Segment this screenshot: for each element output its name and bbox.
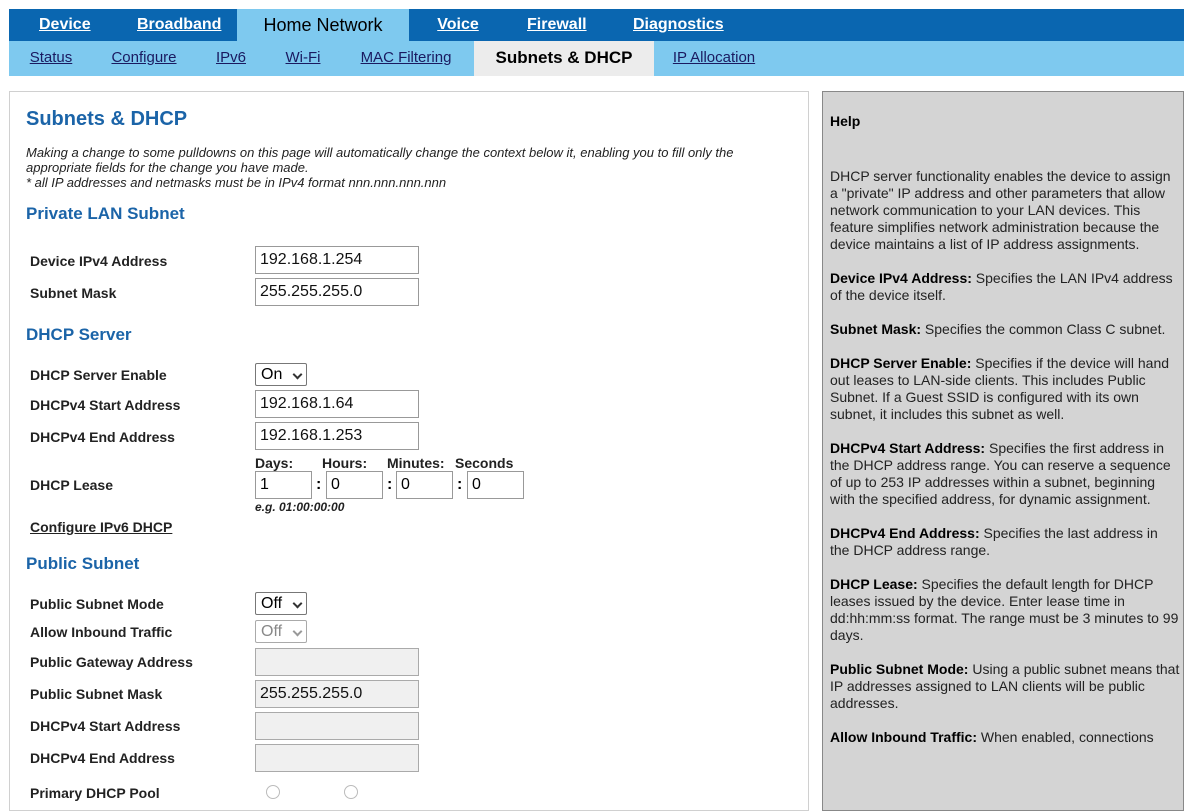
tab-diagnostics[interactable]: Diagnostics xyxy=(633,9,724,41)
help-item: DHCP Lease: Specifies the default length… xyxy=(830,576,1179,643)
tab-firewall[interactable]: Firewall xyxy=(527,9,587,41)
sub-nav: Status Configure IPv6 Wi-Fi MAC Filterin… xyxy=(9,41,1184,76)
subtab-ipv6[interactable]: IPv6 xyxy=(215,41,247,76)
help-intro: DHCP server functionality enables the de… xyxy=(830,168,1171,252)
help-item: Allow Inbound Traffic: When enabled, con… xyxy=(830,729,1154,745)
page-title: Subnets & DHCP xyxy=(26,108,188,130)
dhcp-enable-label: DHCP Server Enable xyxy=(30,367,167,383)
subtab-wifi[interactable]: Wi-Fi xyxy=(285,41,321,76)
subnet-mask-input[interactable]: 255.255.255.0 xyxy=(255,278,419,306)
help-item: DHCP Server Enable: Specifies if the dev… xyxy=(830,355,1170,422)
configure-ipv6-dhcp-link[interactable]: Configure IPv6 DHCP xyxy=(30,519,172,535)
tab-device[interactable]: Device xyxy=(39,9,91,41)
main-panel: Subnets & DHCP Making a change to some p… xyxy=(9,91,809,811)
lease-minutes-input[interactable]: 0 xyxy=(396,471,453,499)
public-mode-select[interactable]: Off xyxy=(255,592,307,615)
chevron-down-icon xyxy=(292,369,303,380)
lease-colon-1: : xyxy=(316,476,322,493)
device-ipv4-label: Device IPv4 Address xyxy=(30,253,168,269)
lease-seconds-input[interactable]: 0 xyxy=(467,471,524,499)
inbound-traffic-label: Allow Inbound Traffic xyxy=(30,624,173,640)
dhcp-enable-select[interactable]: On xyxy=(255,363,307,386)
help-panel: Help DHCP server functionality enables t… xyxy=(822,91,1184,811)
dhcp-lease-label: DHCP Lease xyxy=(30,477,114,493)
help-item: Subnet Mask: Specifies the common Class … xyxy=(830,321,1166,337)
lease-seconds-label: Seconds xyxy=(455,455,514,471)
tab-broadband[interactable]: Broadband xyxy=(137,9,221,41)
help-title: Help xyxy=(830,113,861,129)
public-start-input xyxy=(255,712,419,740)
subtab-mac-filtering[interactable]: MAC Filtering xyxy=(359,41,453,76)
lease-hours-input[interactable]: 0 xyxy=(326,471,383,499)
help-item: Public Subnet Mode: Using a public subne… xyxy=(830,661,1180,711)
lease-minutes-label: Minutes: xyxy=(387,455,445,471)
public-mask-label: Public Subnet Mask xyxy=(30,686,163,702)
tab-home-network[interactable]: Home Network xyxy=(237,9,409,41)
subnet-mask-label: Subnet Mask xyxy=(30,285,117,301)
subtab-status[interactable]: Status xyxy=(29,41,73,76)
inbound-traffic-value: Off xyxy=(261,623,283,640)
lease-example: e.g. 01:00:00:00 xyxy=(255,500,345,514)
help-item: DHCPv4 Start Address: Specifies the firs… xyxy=(830,440,1171,507)
dhcp-start-input[interactable]: 192.168.1.64 xyxy=(255,390,419,418)
dhcp-end-input[interactable]: 192.168.1.253 xyxy=(255,422,419,450)
lease-colon-3: : xyxy=(457,476,463,493)
public-end-input xyxy=(255,744,419,772)
dhcp-enable-value: On xyxy=(261,366,283,383)
dhcp-start-label: DHCPv4 Start Address xyxy=(30,397,181,413)
public-mask-input: 255.255.255.0 xyxy=(255,680,419,708)
section-dhcp-server: DHCP Server xyxy=(26,325,132,344)
primary-pool-label: Primary DHCP Pool xyxy=(30,785,160,801)
dhcp-end-label: DHCPv4 End Address xyxy=(30,429,175,445)
help-body: DHCP server functionality enables the de… xyxy=(830,168,1180,763)
lease-days-label: Days: xyxy=(255,455,294,471)
help-item: DHCPv4 End Address: Specifies the last a… xyxy=(830,525,1158,558)
subtab-configure[interactable]: Configure xyxy=(111,41,177,76)
public-end-label: DHCPv4 End Address xyxy=(30,750,175,766)
device-ipv4-input[interactable]: 192.168.1.254 xyxy=(255,246,419,274)
public-gateway-label: Public Gateway Address xyxy=(30,654,193,670)
page-note: Making a change to some pulldowns on thi… xyxy=(26,145,734,175)
public-mode-value: Off xyxy=(261,595,283,612)
top-nav: Device Broadband Home Network Voice Fire… xyxy=(9,9,1184,41)
tab-voice[interactable]: Voice xyxy=(437,9,479,41)
primary-pool-radio-1[interactable] xyxy=(266,785,280,799)
primary-pool-radio-2[interactable] xyxy=(344,785,358,799)
subtab-ip-allocation[interactable]: IP Allocation xyxy=(671,41,757,76)
public-mode-label: Public Subnet Mode xyxy=(30,596,164,612)
chevron-down-icon xyxy=(292,626,303,637)
public-gateway-input xyxy=(255,648,419,676)
help-item: Device IPv4 Address: Specifies the LAN I… xyxy=(830,270,1173,303)
lease-colon-2: : xyxy=(387,476,393,493)
chevron-down-icon xyxy=(292,598,303,609)
section-public-subnet: Public Subnet xyxy=(26,554,140,573)
section-private-lan: Private LAN Subnet xyxy=(26,204,185,223)
public-start-label: DHCPv4 Start Address xyxy=(30,718,181,734)
page-note-format: * all IP addresses and netmasks must be … xyxy=(26,175,447,190)
lease-days-input[interactable]: 1 xyxy=(255,471,312,499)
lease-hours-label: Hours: xyxy=(322,455,368,471)
subtab-subnets-dhcp[interactable]: Subnets & DHCP xyxy=(474,41,654,76)
inbound-traffic-select: Off xyxy=(255,620,307,643)
